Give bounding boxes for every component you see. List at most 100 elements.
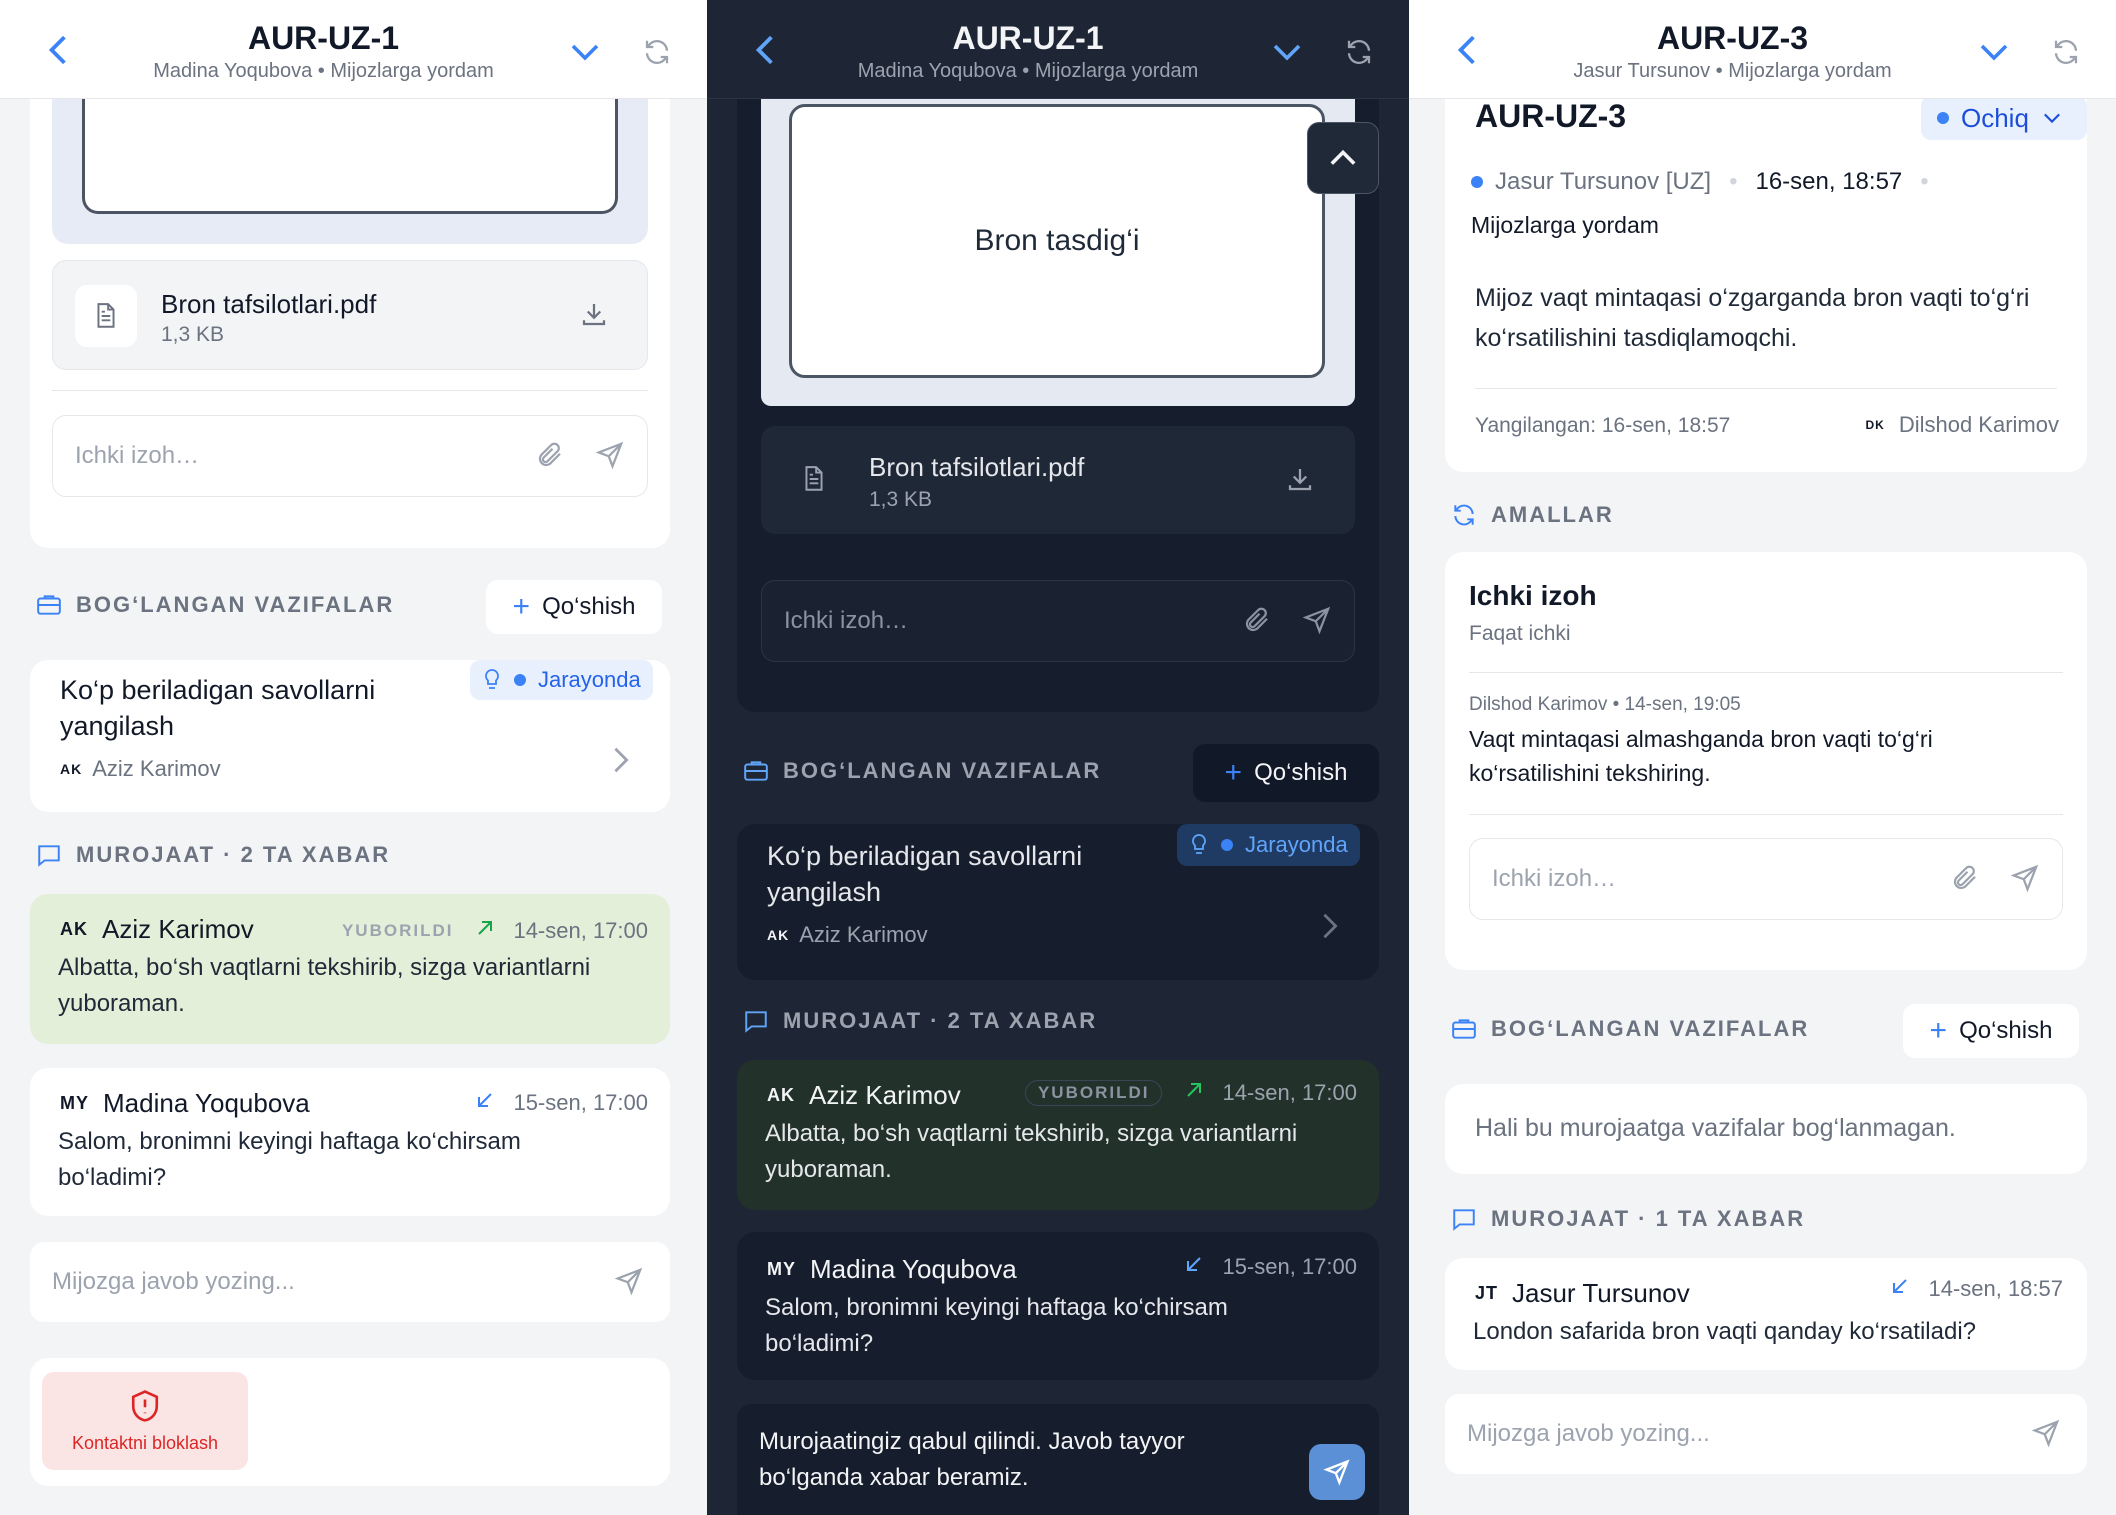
download-icon[interactable] — [579, 299, 609, 334]
linked-tasks-heading: BOG‘LANGAN VAZIFALAR — [36, 592, 394, 618]
internal-note-input[interactable]: Ichki izoh… — [1469, 838, 2063, 920]
send-icon — [1323, 1459, 1350, 1486]
ticket-summary-card: AUR-UZ-3 Ochiq Jasur Tursunov [UZ] • 16-… — [1445, 60, 2087, 472]
author-initials: MY — [767, 1259, 796, 1279]
internal-note-input[interactable]: Ichki izoh… — [52, 415, 648, 497]
conversation-heading: MUROJAAT · 2 TA XABAR — [36, 842, 390, 868]
attachment-file[interactable]: Bron tafsilotlari.pdf 1,3 KB — [52, 260, 648, 370]
expand-button[interactable] — [565, 32, 605, 72]
task-title: Ko‘p beriladigan savollarni yangilash — [767, 841, 1083, 907]
conversation-label: MUROJAAT · 2 TA XABAR — [76, 842, 391, 867]
attachment-preview[interactable]: Bron tasdig‘i — [761, 60, 1355, 406]
reply-input[interactable]: Mijozga javob yozing... — [30, 1242, 670, 1322]
refresh-icon — [2054, 40, 2078, 64]
lightbulb-icon — [485, 669, 499, 689]
preview-text: Bron tasdig‘i — [974, 224, 1140, 257]
back-button[interactable] — [747, 30, 783, 70]
separator-dot: • — [1920, 168, 1929, 195]
author-name: Aziz Karimov — [809, 1080, 961, 1110]
message-meta: YUBORILDI 14-sen, 17:00 — [342, 918, 648, 944]
send-icon[interactable] — [614, 1266, 644, 1303]
message-meta: 15-sen, 17:00 — [475, 1090, 648, 1116]
ticket-id: AUR-UZ-3 — [1475, 98, 1627, 134]
page-subtitle: Madina Yoqubova • Mijozlarga yordam — [153, 60, 494, 82]
internal-note-input[interactable]: Ichki izoh… — [761, 580, 1355, 662]
empty-state-text: Hali bu murojaatga vazifalar bog‘lanmaga… — [1475, 1114, 1956, 1142]
conversation-label: MUROJAAT · 2 TA XABAR — [783, 1008, 1098, 1033]
separator-dot: • — [1729, 168, 1738, 195]
message-sent: AK Aziz Karimov YUBORILDI 14-sen, 17:00 … — [737, 1060, 1379, 1210]
paperclip-icon[interactable] — [535, 440, 565, 477]
refresh-button[interactable] — [2046, 32, 2086, 72]
sent-label: YUBORILDI — [1024, 1080, 1163, 1106]
panel-ticket-aur-uz-1-dark: Bron tasdig‘i Bron tafsilotlari.pdf 1,3 … — [707, 0, 1409, 1515]
reply-placeholder: Mijozga javob yozing... — [1467, 1420, 1710, 1447]
add-task-label: Qo‘shish — [1959, 1017, 2053, 1044]
task-status-label: Jarayonda — [1245, 832, 1348, 857]
expand-button[interactable] — [1267, 32, 1307, 72]
message-author: AK Aziz Karimov — [60, 914, 254, 945]
divider — [52, 390, 648, 391]
add-task-button[interactable]: + Qo‘shish — [1903, 1004, 2079, 1058]
linked-task-card[interactable]: Ko‘p beriladigan savollarni yangilash Ja… — [737, 824, 1379, 980]
send-icon[interactable] — [595, 440, 625, 477]
internal-note-subtitle: Faqat ichki — [1469, 622, 1571, 645]
linked-task-card[interactable]: Ko‘p beriladigan savollarni yangilash Ja… — [30, 660, 670, 812]
send-icon[interactable] — [2010, 863, 2040, 900]
conversation-heading: MUROJAAT · 1 TA XABAR — [1451, 1206, 1805, 1232]
chevron-left-icon — [1457, 35, 1475, 65]
attachment-name: Bron tafsilotlari.pdf — [161, 289, 377, 319]
page-title: AUR-UZ-1 — [247, 20, 400, 56]
sent-label: YUBORILDI — [341, 921, 454, 940]
send-icon[interactable] — [1302, 605, 1332, 642]
chevron-right-icon — [1321, 912, 1339, 945]
message-received: MY Madina Yoqubova 15-sen, 17:00 Salom, … — [30, 1068, 670, 1216]
message-text: Albatta, bo‘sh vaqtlarni tekshirib, sizg… — [58, 954, 591, 1017]
divider — [1469, 672, 2063, 673]
message-time: 14-sen, 18:57 — [1928, 1276, 2063, 1301]
paperclip-icon[interactable] — [1242, 605, 1272, 642]
linked-tasks-heading: BOG‘LANGAN VAZIFALAR — [1451, 1016, 1809, 1042]
paperclip-icon[interactable] — [1950, 863, 1980, 900]
send-button[interactable] — [1309, 1444, 1365, 1500]
divider — [1475, 388, 2057, 389]
block-contact-button[interactable]: Kontaktni bloklash — [42, 1372, 248, 1470]
add-task-button[interactable]: + Qo‘shish — [1193, 744, 1379, 802]
assignee-name: Dilshod Karimov — [1898, 412, 2059, 437]
message-author: JT Jasur Tursunov — [1475, 1278, 1690, 1309]
message-text: Salom, bronimni keyingi haftaga ko‘chirs… — [58, 1128, 521, 1191]
message-sent: AK Aziz Karimov YUBORILDI 14-sen, 17:00 … — [30, 894, 670, 1044]
expand-button[interactable] — [1974, 32, 2014, 72]
reply-input[interactable]: Murojaatingiz qabul qilindi. Javob tayyo… — [737, 1404, 1379, 1515]
back-button[interactable] — [1449, 30, 1485, 70]
author-name: Madina Yoqubova — [103, 1088, 310, 1118]
danger-actions-card: Kontaktni bloklash — [30, 1358, 670, 1486]
customer-dot — [1471, 176, 1483, 188]
message-meta: 14-sen, 18:57 — [1890, 1276, 2063, 1302]
task-title: Ko‘p beriladigan savollarni yangilash — [60, 675, 376, 741]
message-text: Salom, bronimni keyingi haftaga ko‘chirs… — [765, 1294, 1228, 1357]
send-icon[interactable] — [2031, 1418, 2061, 1455]
message-text: Albatta, bo‘sh vaqtlarni tekshirib, sizg… — [765, 1120, 1298, 1183]
status-dot — [1937, 112, 1949, 124]
refresh-button[interactable] — [637, 32, 677, 72]
author-initials: JT — [1475, 1283, 1499, 1303]
author-initials: AK — [60, 919, 88, 939]
refresh-button[interactable] — [1339, 32, 1379, 72]
reply-input[interactable]: Mijozga javob yozing... — [1445, 1394, 2087, 1474]
add-task-button[interactable]: + Qo‘shish — [486, 580, 662, 634]
task-status-label: Jarayonda — [538, 667, 641, 692]
author-name: Aziz Karimov — [102, 914, 254, 944]
assignee-initials: DK — [1865, 418, 1885, 432]
message-time: 15-sen, 17:00 — [1222, 1254, 1357, 1279]
download-icon[interactable] — [1285, 464, 1315, 499]
back-button[interactable] — [40, 30, 76, 70]
task-status-badge: Jarayonda — [1177, 824, 1360, 866]
status-dropdown[interactable]: Ochiq — [1921, 96, 2087, 140]
message-meta: YUBORILDI 14-sen, 17:00 — [1024, 1080, 1357, 1106]
scroll-to-top-button[interactable] — [1307, 122, 1379, 194]
ticket-description: Mijoz vaqt mintaqasi o‘zgarganda bron va… — [1475, 284, 2030, 352]
conversation-heading: MUROJAAT · 2 TA XABAR — [743, 1008, 1097, 1034]
outgoing-arrow-icon — [475, 918, 495, 944]
attachment-file[interactable]: Bron tafsilotlari.pdf 1,3 KB — [761, 426, 1355, 534]
